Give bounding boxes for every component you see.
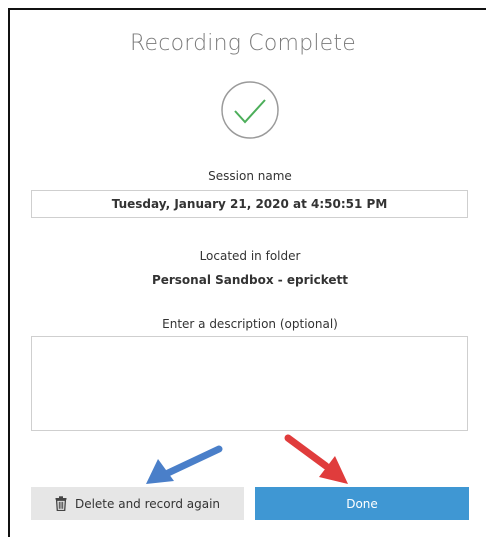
trash-icon	[55, 496, 67, 511]
folder-label: Located in folder	[199, 249, 301, 263]
checkmark-circle-icon	[220, 80, 280, 140]
folder-value: Personal Sandbox - eprickett	[151, 273, 349, 287]
session-name-field[interactable]: Tuesday, January 21, 2020 at 4:50:51 PM	[31, 190, 468, 218]
done-button[interactable]: Done	[255, 487, 469, 520]
description-label: Enter a description (optional)	[162, 317, 338, 331]
delete-and-record-again-button[interactable]: Delete and record again	[31, 487, 244, 520]
description-input[interactable]	[31, 336, 468, 431]
session-name-label: Session name	[208, 169, 292, 183]
delete-button-label: Delete and record again	[74, 496, 221, 511]
dialog-title: Recording Complete	[130, 31, 356, 56]
